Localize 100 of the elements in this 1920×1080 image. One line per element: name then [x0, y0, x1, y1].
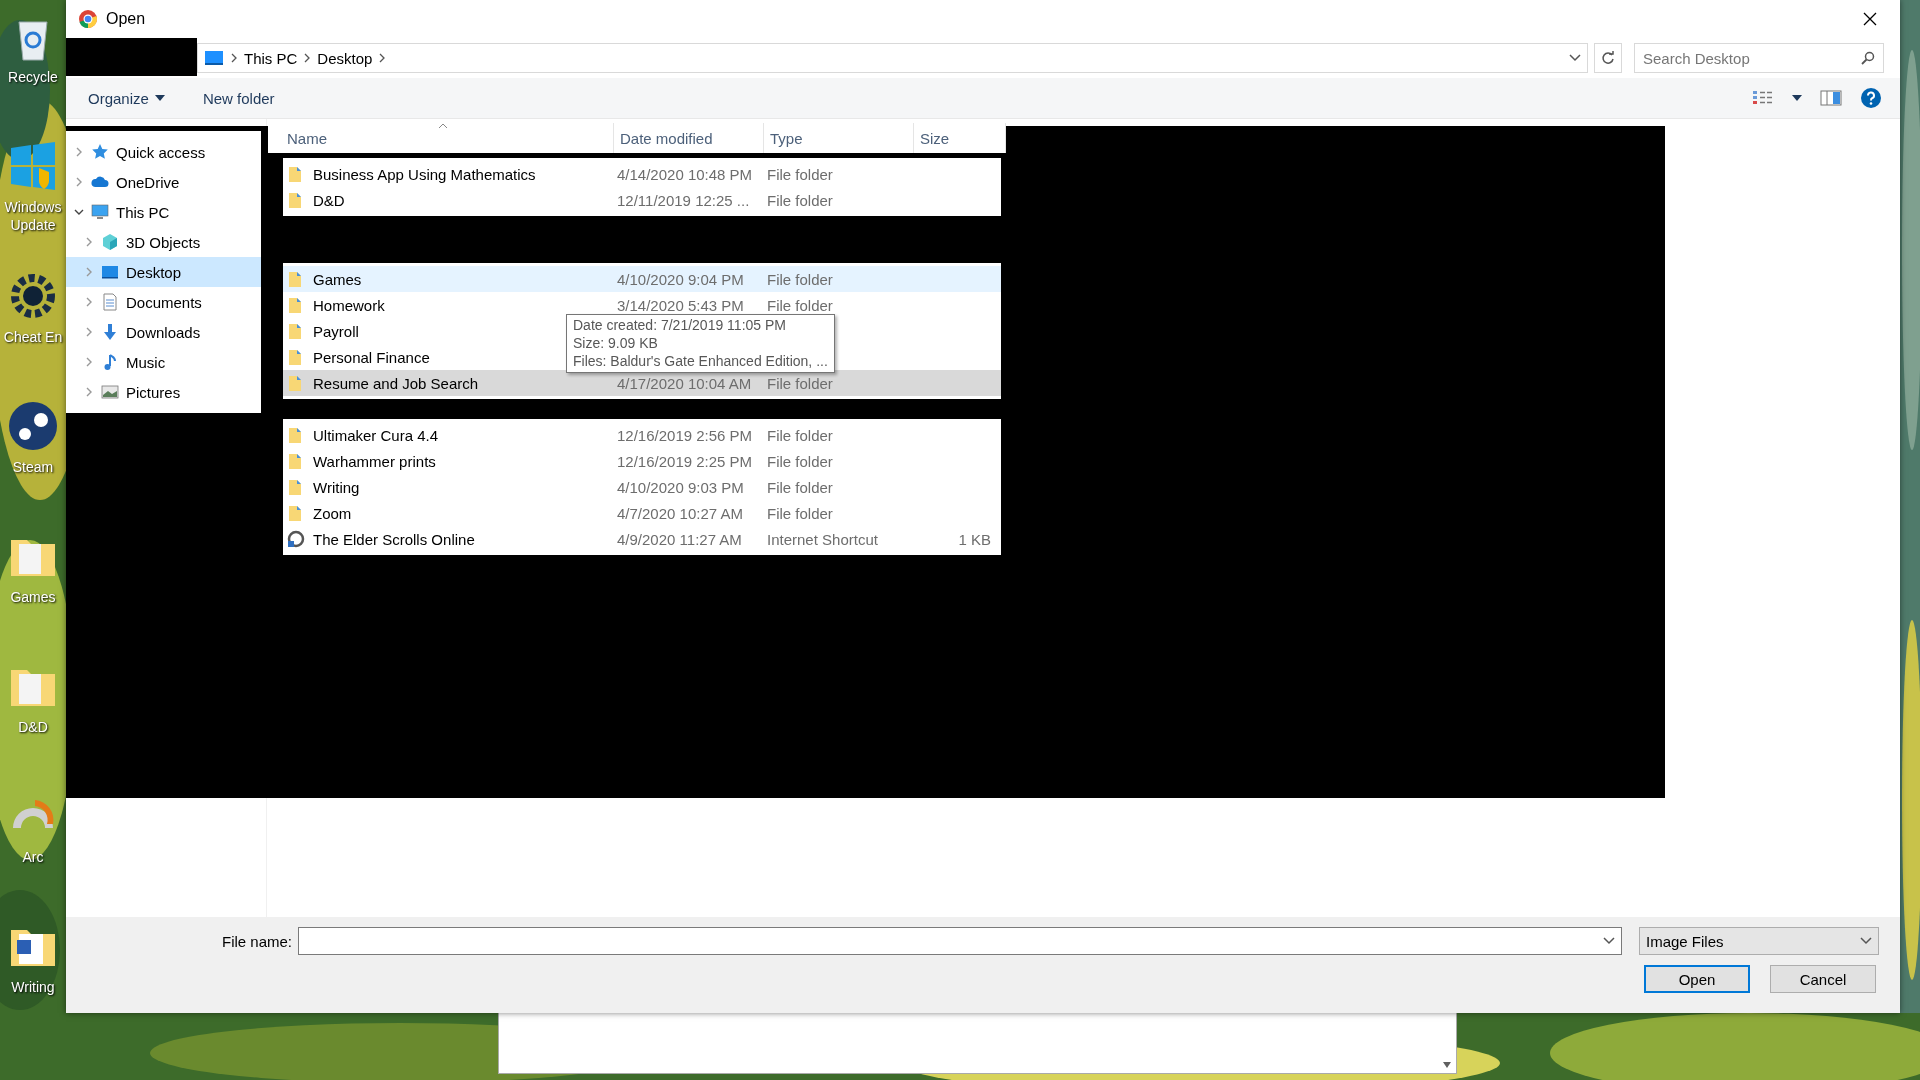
search-field[interactable]: Search Desktop [1634, 43, 1884, 73]
column-header[interactable]: Size [914, 123, 1006, 153]
nav-item[interactable]: 3D Objects [66, 227, 261, 257]
chrome-icon [78, 9, 98, 29]
column-header[interactable]: Type [764, 123, 914, 153]
nav-item[interactable]: This PC [66, 197, 261, 227]
close-icon [1862, 11, 1878, 27]
refresh-icon [1601, 51, 1615, 65]
monitor-icon [204, 50, 224, 66]
file-type: File folder [767, 270, 833, 288]
file-type: File folder [767, 374, 833, 392]
file-row[interactable]: Payroll [283, 318, 359, 344]
file-type: File folder [767, 426, 833, 444]
file-name: The Elder Scrolls Online [313, 530, 475, 548]
nav-item[interactable]: Downloads [66, 317, 261, 347]
modified-date: 4/7/2020 10:27 AM [617, 504, 743, 522]
file-row[interactable]: Business App Using Mathematics 4/14/2020 10:48 PM File folder [283, 161, 991, 187]
column-header[interactable]: Date modified [614, 123, 764, 153]
file-name: Resume and Job Search [313, 374, 479, 392]
file-row[interactable]: Personal Finance [283, 344, 430, 370]
dropdown-caret-icon[interactable] [1603, 937, 1615, 945]
file-name: Writing [313, 478, 360, 496]
file-name: Warhammer prints [313, 452, 436, 470]
modified-date: 4/10/2020 9:03 PM [617, 478, 744, 496]
shortcut-icon [287, 530, 305, 548]
nav-item[interactable]: OneDrive [66, 167, 261, 197]
chevron-icon[interactable] [74, 207, 84, 217]
sort-caret-icon [438, 123, 448, 129]
file-type: Internet Shortcut [767, 530, 878, 548]
refresh-button[interactable] [1594, 43, 1622, 73]
file-name: Payroll [313, 322, 359, 340]
nav-item[interactable]: Music [66, 347, 261, 377]
nav-item[interactable]: Desktop [66, 257, 261, 287]
cancel-button[interactable]: Cancel [1770, 965, 1876, 993]
dropdown-caret-icon [1860, 937, 1872, 945]
modified-date: 3/14/2020 5:43 PM [617, 296, 744, 314]
file-name: Games [313, 270, 362, 288]
tooltip-line: Files: Baldur's Gate Enhanced Edition, ... [573, 352, 828, 370]
file-row[interactable]: The Elder Scrolls Online 4/9/2020 11:27 AM Internet Shortcut 1 KB [283, 526, 991, 552]
modified-date: 4/17/2020 10:04 AM [617, 374, 752, 392]
file-name: Ultimaker Cura 4.4 [313, 426, 439, 444]
nav-item[interactable]: Pictures [66, 377, 261, 407]
address-bar[interactable]: This PC Desktop [197, 43, 1588, 73]
scroll-down-icon[interactable] [1442, 1061, 1452, 1069]
download-arrow-icon [101, 323, 119, 341]
file-type: File folder [767, 504, 833, 522]
toolbar-button[interactable]: New folder [198, 85, 279, 111]
file-name: Zoom [313, 504, 352, 522]
column-header[interactable]: Name [268, 123, 614, 153]
modified-date: 4/9/2020 11:27 AM [617, 530, 742, 548]
chevron-icon[interactable] [378, 53, 387, 63]
file-name: Personal Finance [313, 348, 430, 366]
file-row[interactable]: Zoom 4/7/2020 10:27 AM File folder [283, 500, 991, 526]
file-name: Business App Using Mathematics [313, 165, 536, 183]
chevron-icon[interactable] [303, 53, 312, 63]
breadcrumb-link[interactable]: This PC [244, 49, 298, 67]
monitor-icon [91, 203, 109, 221]
file-type: File folder [767, 478, 833, 496]
dropdown-caret-icon[interactable] [1569, 54, 1581, 62]
file-type: File folder [767, 296, 833, 314]
open-button[interactable]: Open [1644, 965, 1750, 993]
window-title: Open [106, 10, 147, 28]
modified-date: 12/16/2019 2:25 PM [617, 452, 753, 470]
preview-pane-icon[interactable] [1820, 90, 1842, 106]
file-size: 1 KB [958, 530, 991, 548]
nav-item[interactable]: Documents [66, 287, 261, 317]
file-row[interactable]: Homework 3/14/2020 5:43 PM File folder [283, 292, 991, 318]
monitor-icon [101, 263, 119, 281]
file-name: D&D [313, 191, 345, 209]
search-icon [1861, 51, 1875, 65]
file-type-dropdown[interactable]: Image Files [1639, 927, 1879, 955]
file-name: Homework [313, 296, 385, 314]
file-row[interactable]: Games 4/10/2020 9:04 PM File folder [283, 266, 1001, 292]
document-icon [101, 293, 119, 311]
file-name-field[interactable] [298, 927, 1622, 955]
file-type: File folder [767, 165, 833, 183]
modified-date: 4/10/2020 9:04 PM [617, 270, 744, 288]
help-icon[interactable] [1860, 87, 1882, 109]
breadcrumb-link[interactable]: Desktop [317, 49, 373, 67]
nav-item[interactable]: Quick access [66, 137, 261, 167]
view-options-icon[interactable] [1752, 90, 1774, 106]
file-row[interactable]: Writing 4/10/2020 9:03 PM File folder [283, 474, 991, 500]
cube-icon [101, 233, 119, 251]
file-type: File folder [767, 452, 833, 470]
chevron-icon[interactable] [230, 53, 238, 63]
field-label: File name: [220, 932, 293, 950]
modified-date: 4/14/2020 10:48 PM [617, 165, 753, 183]
tooltip-line: Size: 9.09 KB [573, 334, 659, 352]
file-row[interactable]: Ultimaker Cura 4.4 12/16/2019 2:56 PM File folder [283, 422, 991, 448]
star-icon [91, 143, 109, 161]
tooltip-line: Date created: 7/21/2019 11:05 PM [573, 316, 787, 334]
modified-date: 12/11/2019 12:25 ... [617, 191, 750, 209]
file-row[interactable]: Resume and Job Search 4/17/2020 10:04 AM File folder [283, 370, 1001, 396]
dropdown-button[interactable]: Organize [84, 85, 169, 111]
file-row[interactable]: D&D 12/11/2019 12:25 ... File folder [283, 187, 991, 213]
pictures-icon [101, 383, 119, 401]
file-row[interactable]: Warhammer prints 12/16/2019 2:25 PM File folder [283, 448, 991, 474]
caret-icon[interactable] [1792, 95, 1802, 101]
caret-icon [154, 95, 165, 101]
file-type: File folder [767, 191, 833, 209]
